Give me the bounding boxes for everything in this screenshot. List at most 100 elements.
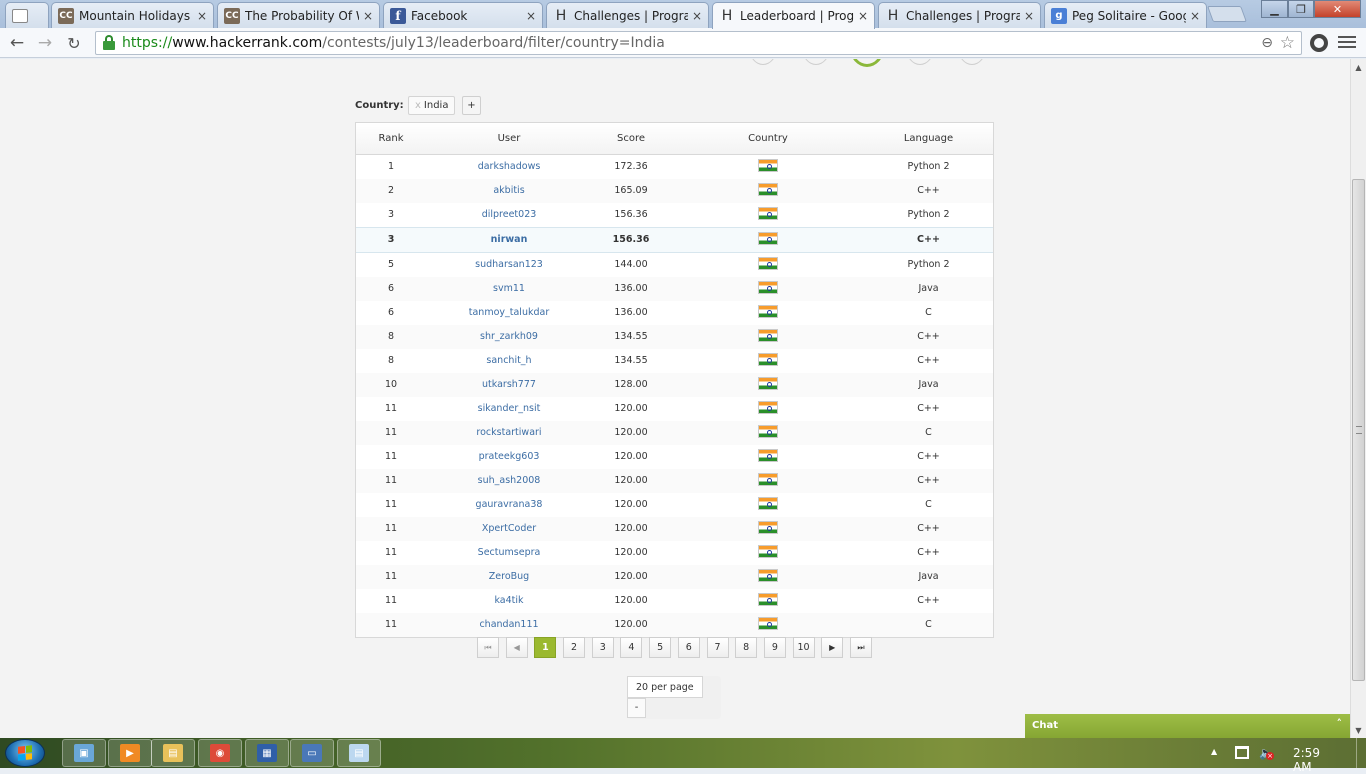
page-button[interactable]: 3 [591,637,614,658]
scroll-up-arrow-icon[interactable]: ▲ [1351,59,1366,75]
address-bar[interactable]: https://www.hackerrank.com/contests/july… [95,31,1302,55]
user-link[interactable]: gauravrana38 [434,493,584,517]
close-tab-icon[interactable]: × [1024,9,1034,23]
lock-icon[interactable] [102,35,116,51]
close-tab-icon[interactable]: × [1190,9,1200,23]
remove-filter-icon[interactable]: x [415,100,421,111]
scroll-down-arrow-icon[interactable]: ▼ [1351,722,1366,738]
header-rank[interactable]: Rank [356,123,426,155]
user-link[interactable]: rockstartiwari [434,421,584,445]
step-circle[interactable] [749,59,777,65]
country-filter-chip[interactable]: x India [408,96,456,115]
step-circle[interactable] [958,59,986,65]
tab[interactable]: g Peg Solitaire - Googl × [1044,2,1207,28]
tab[interactable]: f Facebook × [383,2,543,28]
user-link[interactable]: Sectumsepra [434,541,584,565]
user-link[interactable]: dilpreet023 [434,203,584,227]
rank-cell: 10 [384,379,398,390]
user-link[interactable]: sikander_nsit [434,397,584,421]
zoom-icon[interactable]: ⊖ [1261,35,1273,51]
computer-icon[interactable]: ▣ [62,739,106,767]
user-link[interactable]: sanchit_h [434,349,584,373]
close-tab-icon[interactable]: × [526,9,536,23]
close-window-button[interactable]: ✕ [1314,0,1361,18]
scrollbar-thumb[interactable] [1352,179,1365,681]
close-tab-icon[interactable]: × [197,9,207,23]
header-language[interactable]: Language [851,123,1006,155]
reload-icon[interactable]: ↻ [63,32,85,54]
chat-bar[interactable]: Chat ˄ [1025,714,1350,738]
minimize-button[interactable]: ▁ [1261,0,1288,18]
close-tab-icon[interactable]: × [692,9,702,23]
show-hidden-icons-icon[interactable]: ▲ [1211,747,1217,756]
india-flag-icon [758,305,778,318]
chrome-menu-icon[interactable] [1338,36,1356,50]
per-page-label[interactable]: 20 per page [627,676,703,698]
show-desktop-button[interactable] [1356,738,1366,768]
next-page-icon[interactable]: ▶ [821,637,844,658]
prev-page-icon[interactable]: ◀ [505,637,528,658]
page-button[interactable]: 10 [792,637,815,658]
network-app-icon[interactable]: ▦ [245,739,289,767]
remote-desktop-icon[interactable]: ▭ [290,739,334,767]
user-link[interactable]: shr_zarkh09 [434,325,584,349]
user-link[interactable]: sudharsan123 [434,253,584,277]
header-user[interactable]: User [434,123,584,155]
maximize-button[interactable]: ❐ [1288,0,1314,18]
user-link[interactable]: prateekg603 [434,445,584,469]
user-link[interactable]: XpertCoder [434,517,584,541]
tab[interactable]: CC Mountain Holidays | × [51,2,214,28]
first-page-icon[interactable]: ⏮ [477,637,499,658]
notepad-icon[interactable]: ▤ [337,739,381,767]
vertical-scrollbar[interactable]: ▲ ▼ [1350,59,1366,738]
per-page-toggle-button[interactable]: - [627,698,646,718]
step-circle[interactable] [802,59,830,65]
chrome-icon[interactable]: ◉ [198,739,242,767]
header-score[interactable]: Score [591,123,671,155]
user-link[interactable]: svm11 [434,277,584,301]
step-circle[interactable] [906,59,934,65]
user-link[interactable]: nirwan [434,228,584,252]
country-cell [738,373,798,397]
network-icon[interactable] [1235,746,1249,759]
user-link[interactable]: tanmoy_talukdar [434,301,584,325]
chevron-up-icon[interactable]: ˄ [1337,714,1343,734]
user-link[interactable]: darkshadows [434,155,584,179]
step-circle-active[interactable] [850,59,884,67]
tab[interactable] [5,2,49,28]
page-button[interactable]: 7 [706,637,729,658]
tab-active[interactable]: H Leaderboard | Progra × [712,2,875,29]
extension-icon[interactable] [1310,34,1328,52]
media-player-icon[interactable]: ▶ [108,739,152,767]
score-cell: 165.09 [614,185,648,196]
last-page-icon[interactable]: ⏭ [849,637,872,658]
page-button[interactable]: 8 [735,637,758,658]
back-arrow-icon[interactable]: ← [6,32,28,54]
add-filter-button[interactable]: + [462,96,481,115]
page-button[interactable]: 4 [620,637,643,658]
user-link[interactable]: utkarsh777 [434,373,584,397]
start-button[interactable] [5,739,45,767]
page-button[interactable]: 2 [563,637,586,658]
tab[interactable]: CC The Probability Of W × [217,2,380,28]
new-tab-button[interactable] [1207,6,1247,22]
bookmark-star-icon[interactable]: ☆ [1280,33,1295,53]
score-cell: 120.00 [614,523,648,534]
clock[interactable]: 2:59 AM [1293,746,1320,774]
user-link[interactable]: ZeroBug [434,565,584,589]
user-link[interactable]: chandan111 [434,613,584,637]
page-button[interactable]: 6 [677,637,700,658]
page-button[interactable]: 1 [534,637,557,658]
user-link[interactable]: ka4tik [434,589,584,613]
close-tab-icon[interactable]: × [858,9,868,23]
user-link[interactable]: akbitis [434,179,584,203]
forward-arrow-icon[interactable]: → [34,32,56,54]
page-button[interactable]: 5 [649,637,672,658]
user-link[interactable]: suh_ash2008 [434,469,584,493]
header-country[interactable]: Country [738,123,798,155]
tab[interactable]: H Challenges | Program × [878,2,1041,28]
page-button[interactable]: 9 [763,637,786,658]
tab[interactable]: H Challenges | Program × [546,2,709,28]
close-tab-icon[interactable]: × [363,9,373,23]
explorer-folder-icon[interactable]: ▤ [151,739,195,767]
